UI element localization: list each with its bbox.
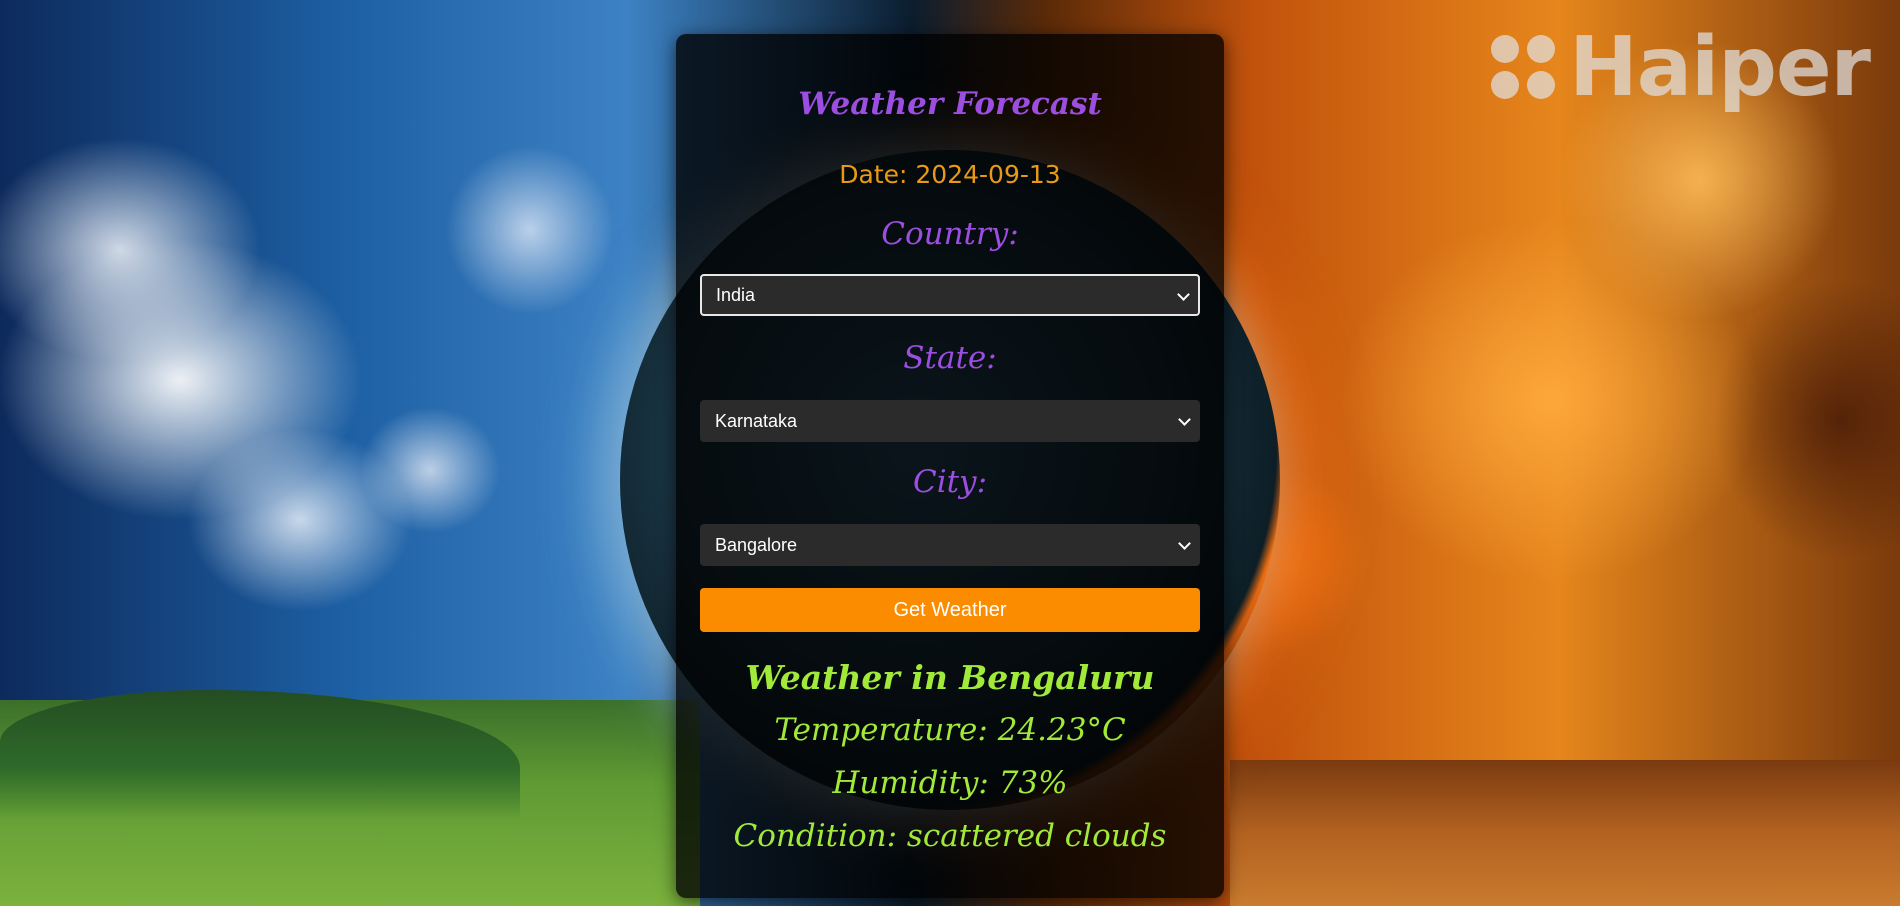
condition-text: Condition: scattered clouds bbox=[733, 818, 1167, 854]
country-select-value: India bbox=[716, 285, 756, 305]
watermark-text: Haiper bbox=[1569, 20, 1871, 115]
background-scene: Haiper Weather Forecast Date: 2024-09-13… bbox=[0, 0, 1900, 906]
temperature-text: Temperature: 24.23°C bbox=[774, 712, 1126, 748]
city-label: City: bbox=[912, 464, 988, 500]
state-label: State: bbox=[903, 340, 997, 376]
haiper-logo-icon bbox=[1491, 34, 1557, 101]
city-select-value: Bangalore bbox=[715, 535, 798, 555]
haiper-watermark: Haiper bbox=[1491, 20, 1871, 115]
weather-result-heading: Weather in Bengaluru bbox=[745, 658, 1155, 697]
chevron-down-icon bbox=[1178, 413, 1191, 426]
country-select[interactable]: India bbox=[700, 274, 1200, 316]
chevron-down-icon bbox=[1177, 288, 1190, 301]
date-label: Date: 2024-09-13 bbox=[839, 160, 1061, 189]
page-title: Weather Forecast bbox=[798, 86, 1102, 122]
weather-card: Weather Forecast Date: 2024-09-13 Countr… bbox=[676, 34, 1224, 898]
humidity-text: Humidity: 73% bbox=[832, 765, 1068, 801]
scorched-field-background bbox=[1230, 760, 1900, 906]
chevron-down-icon bbox=[1178, 537, 1191, 550]
city-select[interactable]: Bangalore bbox=[700, 524, 1200, 566]
state-select-value: Karnataka bbox=[715, 411, 798, 431]
get-weather-button[interactable]: Get Weather bbox=[700, 588, 1200, 632]
state-select[interactable]: Karnataka bbox=[700, 400, 1200, 442]
country-label: Country: bbox=[881, 216, 1019, 252]
